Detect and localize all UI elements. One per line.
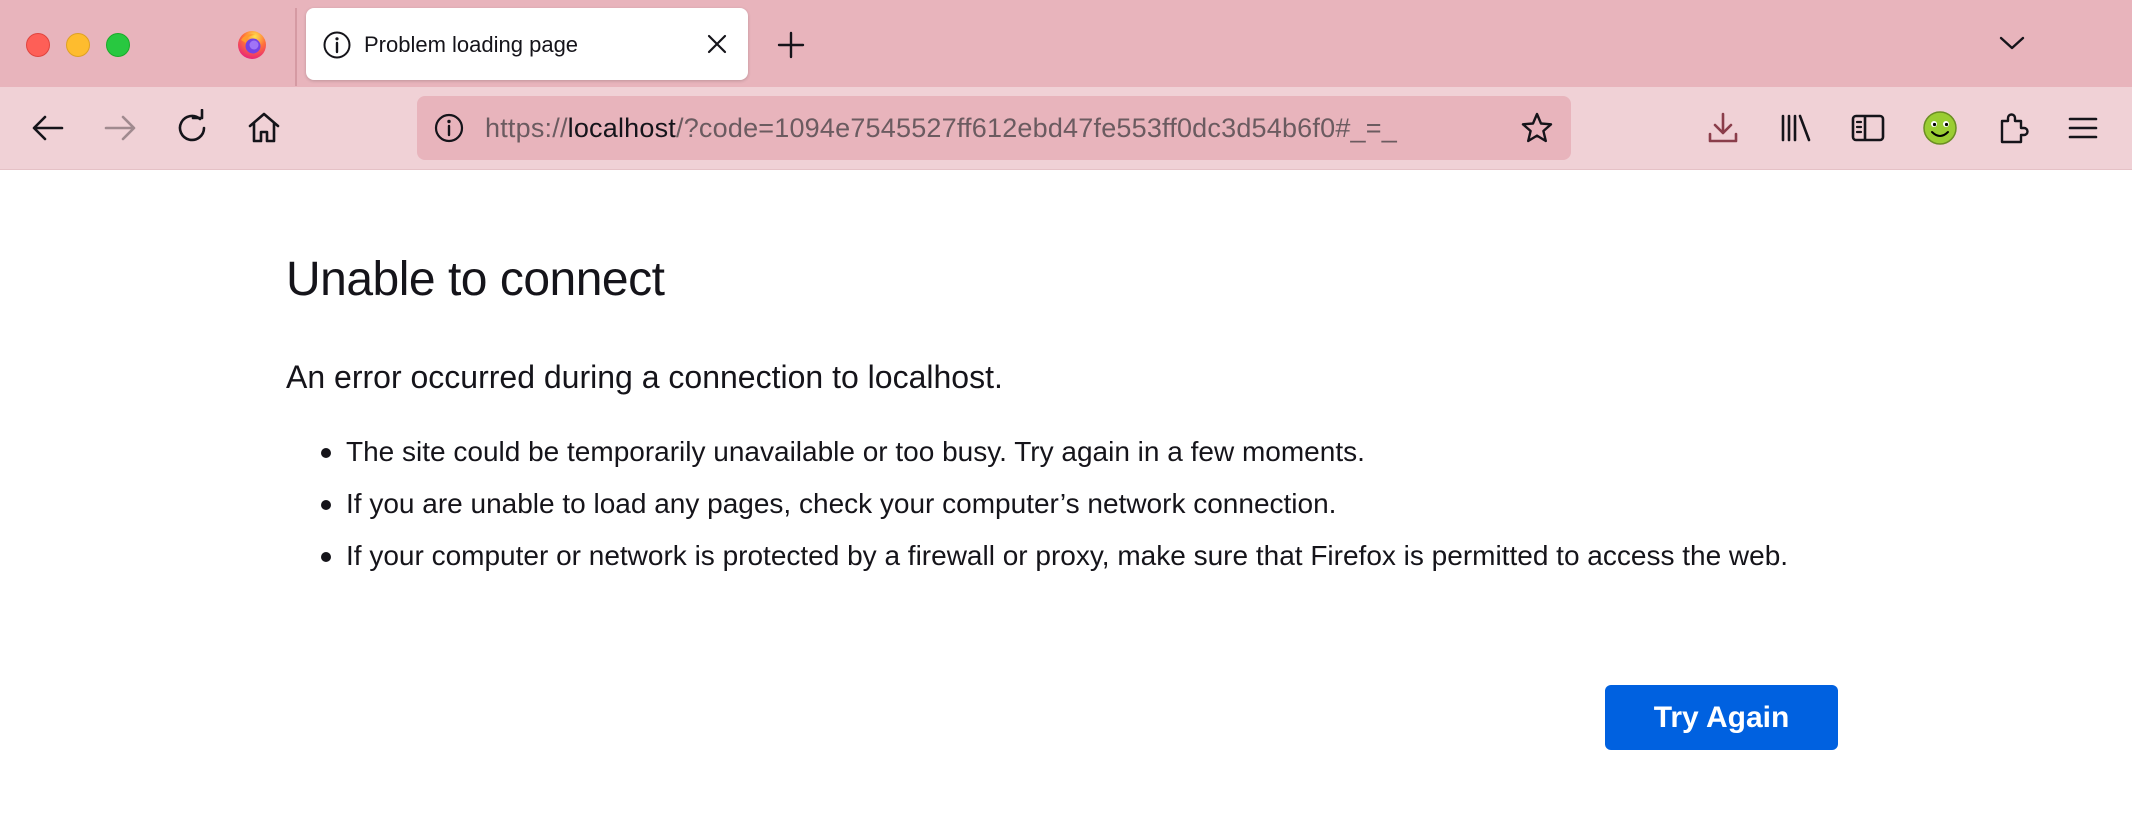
try-again-button[interactable]: Try Again (1605, 685, 1838, 750)
error-page: Unable to connect An error occurred duri… (0, 171, 2132, 834)
url-text[interactable]: https://localhost/?code=1094e7545527ff61… (485, 113, 1397, 144)
downloads-icon[interactable] (1704, 109, 1742, 147)
window-close-button[interactable] (26, 33, 50, 57)
tab-bar: Problem loading page (0, 0, 2132, 87)
error-suggestions-list: The site could be temporarily unavailabl… (286, 433, 1846, 589)
list-all-tabs-chevron-icon[interactable] (1997, 31, 2027, 55)
navigation-toolbar: https://localhost/?code=1094e7545527ff61… (0, 87, 2132, 170)
list-item: The site could be temporarily unavailabl… (286, 433, 1846, 470)
forward-icon[interactable] (101, 109, 139, 147)
url-host: localhost (567, 113, 677, 143)
url-bar[interactable]: https://localhost/?code=1094e7545527ff61… (417, 96, 1571, 160)
close-tab-icon[interactable] (704, 31, 730, 57)
firefox-logo-icon[interactable] (236, 29, 268, 61)
tab-problem-loading[interactable]: Problem loading page (306, 8, 748, 80)
window-minimize-button[interactable] (66, 33, 90, 57)
tab-title: Problem loading page (364, 32, 579, 57)
home-icon[interactable] (245, 109, 283, 147)
tab-separator (295, 8, 297, 86)
reload-icon[interactable] (173, 109, 211, 147)
new-tab-plus-icon[interactable] (776, 30, 806, 60)
suggestion-text: The site could be temporarily unavailabl… (346, 436, 1365, 467)
error-subtitle: An error occurred during a connection to… (286, 359, 1003, 395)
list-item: If you are unable to load any pages, che… (286, 485, 1846, 522)
url-scheme: https:// (485, 113, 568, 143)
window-maximize-button[interactable] (106, 33, 130, 57)
list-item: If your computer or network is protected… (286, 537, 1846, 574)
back-icon[interactable] (29, 109, 67, 147)
library-icon[interactable] (1777, 109, 1815, 147)
bullet-dot (321, 552, 331, 562)
menu-icon[interactable] (2064, 109, 2102, 147)
suggestion-text: If you are unable to load any pages, che… (346, 488, 1337, 519)
bookmark-star-icon[interactable] (1519, 110, 1555, 146)
extension-smiley-icon[interactable] (1921, 109, 1959, 147)
page-title: Unable to connect (286, 253, 665, 306)
info-icon (322, 30, 352, 60)
bullet-dot (321, 500, 331, 510)
suggestion-text: If your computer or network is protected… (346, 540, 1789, 571)
bullet-dot (321, 448, 331, 458)
extensions-puzzle-icon[interactable] (1994, 109, 2032, 147)
url-path: /?code=1094e7545527ff612ebd47fe553ff0dc3… (676, 113, 1397, 143)
site-info-icon[interactable] (433, 112, 465, 144)
sidebar-icon[interactable] (1849, 109, 1887, 147)
